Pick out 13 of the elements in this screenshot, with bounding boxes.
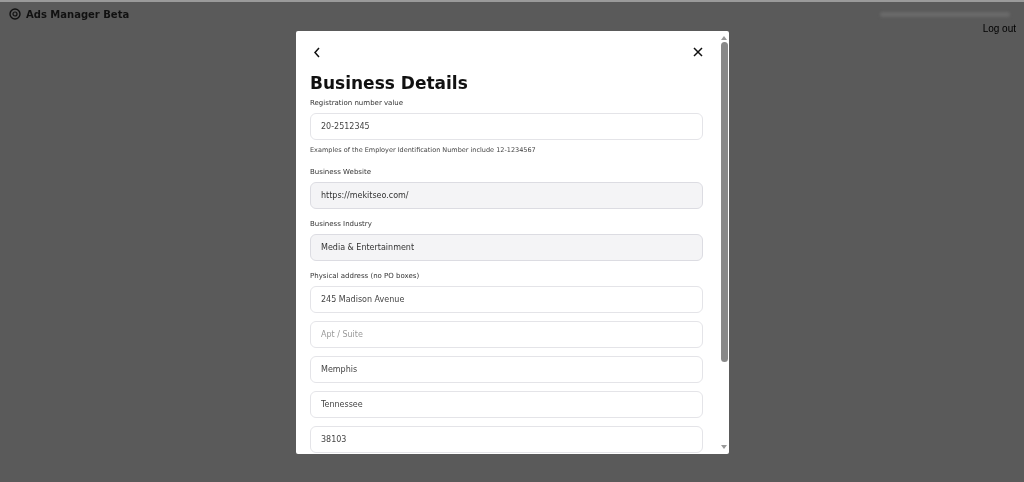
input-field[interactable]: 38103 (310, 426, 703, 453)
scroll-up-icon[interactable] (721, 35, 727, 40)
dialog-title: Business Details (310, 72, 469, 95)
back-icon[interactable] (313, 46, 321, 58)
close-icon[interactable] (693, 47, 703, 57)
logo-icon (9, 8, 21, 20)
input-field[interactable]: Memphis (310, 356, 703, 383)
input-field[interactable]: 245 Madison Avenue (310, 286, 703, 313)
input-field[interactable]: 20-2512345 (310, 113, 703, 140)
input-field[interactable]: Apt / Suite (310, 321, 703, 348)
input-field[interactable]: Tennessee (310, 391, 703, 418)
scroll-down-icon[interactable] (721, 445, 727, 450)
app-title: Ads Manager Beta (26, 8, 130, 20)
